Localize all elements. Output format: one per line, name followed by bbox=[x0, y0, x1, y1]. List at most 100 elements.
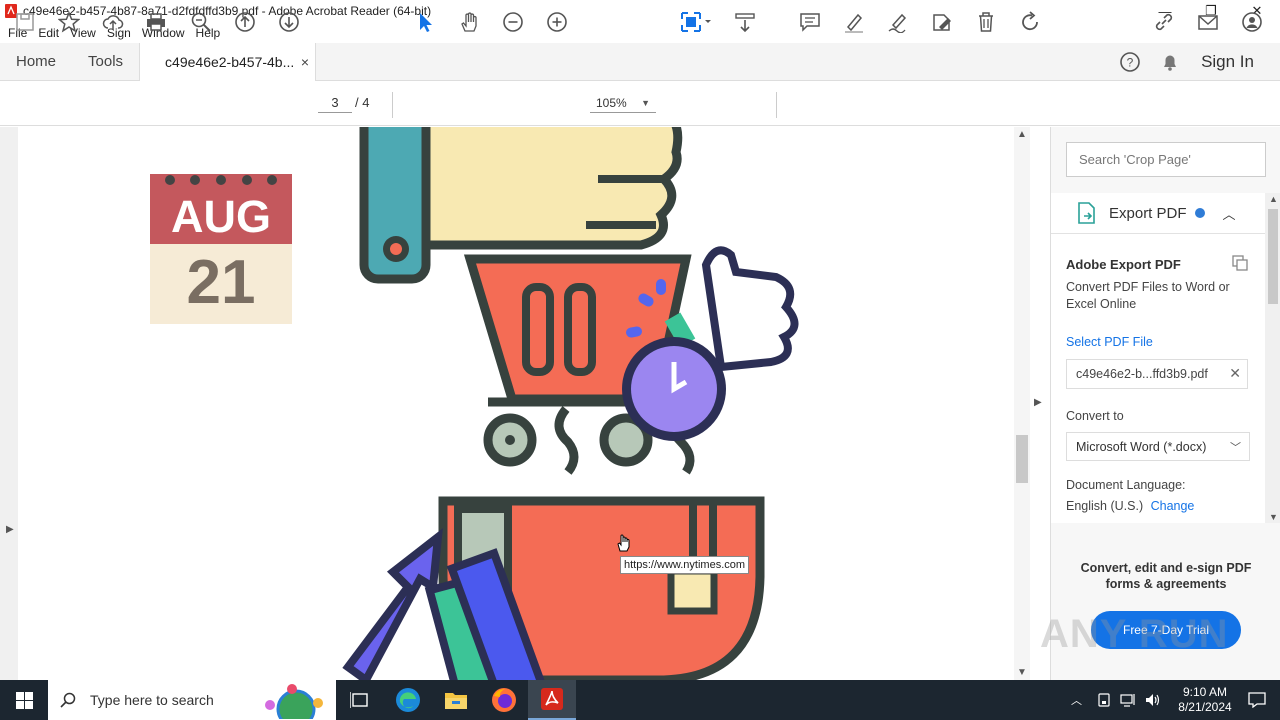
taskbar-search-placeholder: Type here to search bbox=[90, 692, 214, 708]
pane-scrollbar[interactable]: ▲ ▼ bbox=[1265, 193, 1280, 523]
tab-tools[interactable]: Tools bbox=[72, 43, 139, 81]
chevron-up-icon[interactable]: ︿ bbox=[1223, 204, 1236, 223]
firefox-button[interactable] bbox=[480, 680, 528, 720]
zoom-in-icon[interactable] bbox=[545, 10, 569, 34]
search-icon bbox=[60, 692, 76, 708]
select-cursor-icon[interactable] bbox=[413, 10, 437, 34]
tab-document[interactable]: c49e46e2-b457-4b... × bbox=[139, 42, 317, 81]
fill-sign-icon[interactable] bbox=[930, 10, 954, 34]
email-icon[interactable] bbox=[1196, 10, 1220, 34]
search-highlight-globe-icon bbox=[265, 684, 323, 719]
scroll-down-icon[interactable]: ▼ bbox=[1017, 667, 1027, 678]
firefox-icon bbox=[492, 688, 516, 712]
export-pdf-card: Export PDF ︿ Adobe Export PDF Convert PD… bbox=[1051, 193, 1265, 523]
export-pdf-header[interactable]: Export PDF ︿ bbox=[1075, 201, 1236, 225]
draw-icon[interactable] bbox=[886, 10, 910, 34]
change-language-link[interactable]: Change bbox=[1151, 499, 1195, 513]
next-page-icon[interactable] bbox=[277, 10, 301, 34]
zoom-level-value: 105% bbox=[596, 96, 627, 110]
add-user-icon[interactable] bbox=[1240, 10, 1264, 34]
promo-text: Convert, edit and e-sign PDF forms & agr… bbox=[1080, 561, 1252, 591]
export-pdf-title: Export PDF bbox=[1109, 204, 1187, 222]
document-language-label: Document Language: bbox=[1066, 478, 1186, 492]
selected-file-field: c49e46e2-b...ffd3b9.pdf ✕ bbox=[1066, 359, 1248, 389]
document-scrollbar[interactable]: ▲ ▼ bbox=[1014, 127, 1030, 680]
clock-date: 8/21/2024 bbox=[1178, 700, 1232, 714]
sign-in-button[interactable]: Sign In bbox=[1201, 52, 1254, 72]
show-hidden-icons-icon[interactable]: ︿ bbox=[1071, 692, 1082, 708]
toolbar-divider bbox=[776, 92, 777, 118]
delete-trash-icon[interactable] bbox=[974, 10, 998, 34]
selected-file-name: c49e46e2-b...ffd3b9.pdf bbox=[1076, 367, 1208, 381]
taskbar-search-box[interactable]: Type here to search bbox=[48, 680, 336, 720]
task-view-icon bbox=[350, 692, 368, 708]
notification-center-icon[interactable] bbox=[1248, 692, 1266, 708]
svg-text:?: ? bbox=[1127, 55, 1134, 69]
task-view-button[interactable] bbox=[336, 680, 384, 720]
convert-to-value: Microsoft Word (*.docx) bbox=[1076, 440, 1207, 454]
convert-to-label: Convert to bbox=[1066, 409, 1124, 423]
save-icon[interactable] bbox=[13, 10, 37, 34]
tool-search-input[interactable]: Search 'Crop Page' bbox=[1066, 142, 1266, 177]
bookmark-star-icon[interactable] bbox=[57, 10, 81, 34]
right-pane-toggle-icon[interactable]: ▶ bbox=[1034, 397, 1042, 408]
hand-tool-icon[interactable] bbox=[457, 10, 481, 34]
start-button[interactable] bbox=[0, 680, 48, 720]
previous-page-icon[interactable] bbox=[233, 10, 257, 34]
volume-icon[interactable] bbox=[1144, 692, 1162, 708]
share-link-icon[interactable] bbox=[1152, 10, 1176, 34]
shopping-cart-illustration bbox=[359, 127, 799, 475]
edge-browser-button[interactable] bbox=[384, 680, 432, 720]
scroll-up-icon[interactable]: ▲ bbox=[1269, 194, 1278, 204]
bag-growth-illustration bbox=[342, 496, 765, 680]
file-explorer-button[interactable] bbox=[432, 680, 480, 720]
info-dot-icon bbox=[1194, 208, 1205, 218]
adobe-export-pdf-description: Convert PDF Files to Word or Excel Onlin… bbox=[1066, 280, 1230, 311]
edge-icon bbox=[396, 688, 420, 712]
zoom-search-icon[interactable] bbox=[189, 10, 213, 34]
adobe-export-pdf-title: Adobe Export PDF bbox=[1066, 257, 1181, 272]
network-icon[interactable] bbox=[1120, 692, 1136, 708]
pane-scrollbar-thumb[interactable] bbox=[1268, 209, 1278, 304]
rotate-icon[interactable] bbox=[1018, 10, 1042, 34]
page-fit-icon[interactable] bbox=[680, 10, 714, 34]
page-number-input[interactable]: 3 bbox=[318, 93, 352, 113]
acrobat-icon bbox=[541, 688, 563, 710]
calendar-month: AUG bbox=[171, 191, 271, 242]
remove-file-icon[interactable]: ✕ bbox=[1229, 365, 1241, 382]
network-device-icon[interactable] bbox=[1096, 692, 1112, 708]
scroll-down-icon[interactable]: ▼ bbox=[1269, 512, 1278, 522]
scroll-up-icon[interactable]: ▲ bbox=[1017, 129, 1027, 140]
calendar-day: 21 bbox=[186, 248, 256, 317]
taskbar-clock[interactable]: 9:10 AM 8/21/2024 bbox=[1168, 685, 1242, 715]
link-tooltip: https://www.nytimes.com bbox=[620, 556, 750, 574]
scroll-mode-icon[interactable] bbox=[733, 10, 757, 34]
divider bbox=[1051, 233, 1265, 234]
document-language-value: English (U.S.) bbox=[1066, 499, 1144, 513]
upload-cloud-icon[interactable] bbox=[101, 10, 125, 34]
hand-cursor-icon bbox=[617, 534, 630, 552]
close-tab-icon[interactable]: × bbox=[301, 54, 309, 70]
chevron-down-icon: ▼ bbox=[641, 98, 650, 108]
zoom-out-icon[interactable] bbox=[501, 10, 525, 34]
toolbar-divider bbox=[392, 92, 393, 118]
comment-icon[interactable] bbox=[798, 10, 822, 34]
help-icon[interactable]: ? bbox=[1119, 51, 1141, 73]
scrollbar-thumb[interactable] bbox=[1016, 435, 1028, 483]
windows-taskbar: Type here to search ︿ 9:10 AM 8/21/2024 bbox=[0, 680, 1280, 720]
document-viewport[interactable]: AUG 21 ▶ bbox=[0, 127, 1030, 680]
tab-home[interactable]: Home bbox=[0, 43, 72, 81]
notifications-bell-icon[interactable] bbox=[1159, 51, 1181, 73]
zoom-level-select[interactable]: 105% ▼ bbox=[590, 93, 656, 113]
acrobat-taskbar-button[interactable] bbox=[528, 680, 576, 720]
anyrun-watermark: ANY RUN bbox=[1040, 612, 1229, 656]
copy-icon[interactable] bbox=[1232, 255, 1248, 271]
print-icon[interactable] bbox=[144, 10, 168, 34]
select-pdf-file-link[interactable]: Select PDF File bbox=[1066, 335, 1153, 349]
export-pdf-icon bbox=[1078, 202, 1095, 224]
chevron-down-icon: ﹀ bbox=[1230, 442, 1241, 454]
left-pane-toggle-icon[interactable]: ▶ bbox=[6, 524, 14, 535]
convert-to-select[interactable]: Microsoft Word (*.docx) ﹀ bbox=[1066, 432, 1250, 461]
menu-edit[interactable]: Edit bbox=[38, 26, 59, 40]
highlight-pen-icon[interactable] bbox=[842, 10, 866, 34]
